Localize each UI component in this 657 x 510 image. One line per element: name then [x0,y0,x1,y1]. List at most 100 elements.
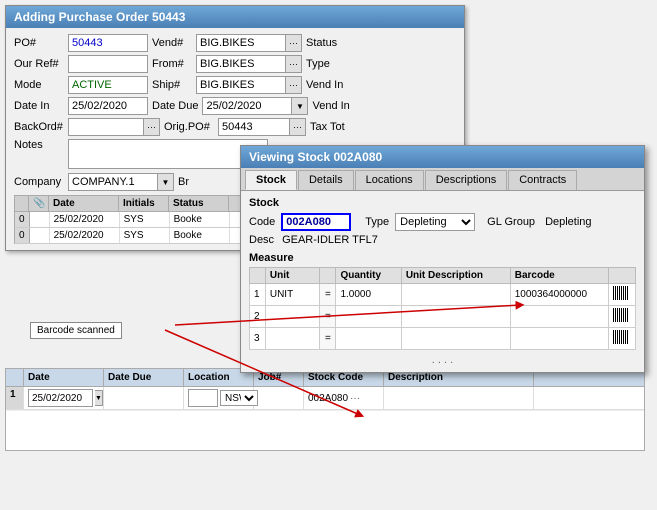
col-barcode-header: Barcode [510,268,608,284]
vend-label: Vend# [152,37,192,49]
company-label: Company [14,176,64,188]
col-sel-header [6,369,24,386]
desc-value: GEAR-IDLER TFL7 [282,234,378,246]
main-window-title: Adding Purchase Order 50443 [14,10,185,24]
row-1-qty: 1.0000 [336,284,401,306]
code-label: Code [249,216,275,228]
from-dots-btn[interactable]: ··· [286,55,302,73]
tab-locations[interactable]: Locations [355,170,424,190]
desc-label: Desc [249,234,274,246]
tab-details[interactable]: Details [298,170,354,190]
row-attach-cell [30,228,50,243]
col-initials-header: Initials [119,196,169,211]
row-status-cell: Booke [170,228,230,243]
col-date-header: Date [49,196,119,211]
row-2-unit [265,306,319,328]
origpo-label: Orig.PO# [164,121,214,133]
vend-input[interactable] [196,34,286,52]
col-status-header: Status [169,196,229,211]
tab-contracts[interactable]: Contracts [508,170,577,190]
ourref-input[interactable] [68,55,148,73]
datein-input[interactable] [68,97,148,115]
mode-input[interactable] [68,76,148,94]
company-field: ▼ [68,173,174,191]
table-row: 1 ▼ NSW 002A080 ··· [6,387,644,410]
row-1-barcode-icon[interactable] [608,284,635,306]
location-input[interactable] [188,389,218,407]
row-stockcode-cell: 002A080 ··· [304,387,384,409]
col-arrow [15,196,29,211]
row-initials-cell: SYS [120,228,170,243]
barcode-scan-icon[interactable] [613,286,629,300]
row-1-num: 1 [250,284,266,306]
row-status-cell: Booke [170,212,230,227]
col-attach: 📎 [29,196,49,211]
origpo-input[interactable] [218,118,290,136]
row-datedue-cell [104,387,184,409]
company-input[interactable] [68,173,158,191]
stock-code-row: Code Type Depleting GL Group Depleting [249,213,636,231]
col-num-header [250,268,266,284]
tab-stock[interactable]: Stock [245,170,297,190]
po-input[interactable] [68,34,148,52]
vendin2-label: Vend In [312,100,352,112]
from-input[interactable] [196,55,286,73]
measure-table: Unit Quantity Unit Description Barcode 1… [249,267,636,350]
row-attach-cell [30,212,50,227]
backord-input[interactable] [68,118,144,136]
stock-window-title: Viewing Stock 002A080 [249,150,382,164]
barcode-scan-icon[interactable] [613,330,629,344]
row-2-num: 2 [250,306,266,328]
ship-field: ··· [196,76,302,94]
row-3-qty [336,328,401,350]
col-qty-header: Quantity [336,268,401,284]
stock-code-input[interactable] [281,213,351,231]
row-num: 0 [15,228,30,243]
type-label: Type [365,216,389,228]
company-dropdown-btn[interactable]: ▼ [158,173,174,191]
ship-dots-btn[interactable]: ··· [286,76,302,94]
ourref-label: Our Ref# [14,58,64,70]
backord-dots-btn[interactable]: ··· [144,118,160,136]
row-job-cell [254,387,304,409]
row-3-unitdesc [401,328,510,350]
ship-input[interactable] [196,76,286,94]
stock-title-bar: Viewing Stock 002A080 [241,146,644,168]
notes-textarea[interactable] [68,139,268,169]
stock-content: Stock Code Type Depleting GL Group Deple… [241,191,644,372]
row-1-unit: UNIT [265,284,319,306]
taxtot-label: Tax Tot [310,121,350,133]
datein-row: Date In Date Due ▼ Vend In [14,97,456,115]
origpo-dots-btn[interactable]: ··· [290,118,306,136]
type-select[interactable]: Depleting [395,213,475,231]
vend-dots-btn[interactable]: ··· [286,34,302,52]
from-label: From# [152,58,192,70]
row-2-qty [336,306,401,328]
date-dropdown-btn[interactable]: ▼ [95,390,103,406]
col-icon-header [608,268,635,284]
row-date-cell: 25/02/2020 [50,212,120,227]
row-2-barcode-icon[interactable] [608,306,635,328]
row-2-barcode [510,306,608,328]
notes-label: Notes [14,139,64,151]
location-select[interactable]: NSW [220,390,258,406]
row-initials-cell: SYS [120,212,170,227]
row-location-cell: NSW [184,387,254,409]
vend-field: ··· [196,34,302,52]
empty-grid-area [6,410,644,450]
backord-label: BackOrd# [14,121,64,133]
datedue-dropdown-btn[interactable]: ▼ [292,97,308,115]
row-3-barcode-icon[interactable] [608,328,635,350]
mode-label: Mode [14,79,64,91]
tab-descriptions[interactable]: Descriptions [425,170,508,190]
row-1-eq: = [320,284,336,306]
barcode-scan-icon[interactable] [613,308,629,322]
col-unit-header: Unit [265,268,319,284]
row-3-barcode [510,328,608,350]
row-2-unitdesc [401,306,510,328]
datedue-input[interactable] [202,97,292,115]
stockcode-value: 002A080 [308,393,348,404]
date-input[interactable] [28,389,93,407]
row-date-cell: 25/02/2020 [50,228,120,243]
type-field: Depleting [395,213,475,231]
